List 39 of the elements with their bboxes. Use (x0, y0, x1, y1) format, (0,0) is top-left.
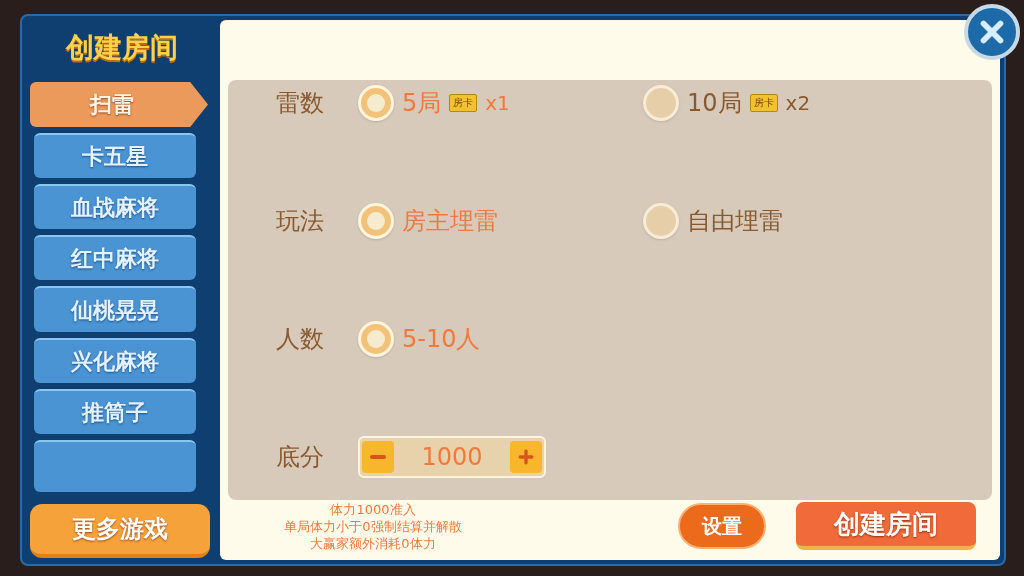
radio-button[interactable] (358, 321, 394, 357)
dialog-title: 创建房间 (64, 30, 179, 66)
close-button[interactable] (964, 4, 1020, 60)
option-label: 5-10人 (402, 324, 481, 355)
room-card-badge: 房卡 (449, 94, 478, 112)
radio-button[interactable] (643, 85, 679, 121)
radio-button[interactable] (358, 85, 394, 121)
option-label: 自由埋雷 (687, 206, 783, 237)
option-label: 10局 (687, 88, 742, 119)
game-tab[interactable]: 血战麻将 (34, 184, 196, 230)
option-label: 房主埋雷 (402, 206, 498, 237)
stepper-field[interactable]: 1000 (358, 436, 546, 478)
base-score-value: 1000 (421, 442, 483, 473)
minus-button[interactable] (362, 441, 394, 473)
more-games-button[interactable]: 更多游戏 (30, 504, 210, 558)
room-card-badge: 房卡 (749, 94, 778, 112)
rule-note: 大赢家额外消耗0体力 (310, 534, 436, 552)
rule-note: 单局体力小于0强制结算并解散 (284, 517, 462, 535)
plus-icon (516, 447, 536, 467)
rule-note: 体力1000准入 (330, 500, 416, 518)
setting-label: 玩法 (276, 206, 325, 237)
game-tab[interactable]: 扫雷 (30, 82, 208, 127)
game-tab[interactable]: 卡五星 (34, 132, 196, 179)
radio-button[interactable] (358, 203, 394, 239)
option-label: 5局 (402, 88, 442, 119)
settings-button[interactable]: 设置 (678, 503, 766, 549)
setting-label: 雷数 (276, 88, 325, 119)
game-tab[interactable]: 推筒子 (34, 388, 196, 435)
setting-label: 人数 (276, 324, 325, 355)
create-room-button[interactable]: 创建房间 (796, 502, 976, 550)
plus-button[interactable] (510, 441, 542, 473)
card-cost: x2 (785, 90, 811, 117)
game-tab[interactable]: 仙桃晃晃 (34, 286, 196, 332)
radio-button[interactable] (643, 203, 679, 239)
game-tab[interactable]: 红中麻将 (34, 235, 196, 281)
card-cost: x1 (485, 90, 510, 117)
minus-icon (370, 455, 386, 459)
setting-label: 底分 (276, 442, 325, 473)
game-tab[interactable]: 兴化麻将 (34, 337, 196, 383)
